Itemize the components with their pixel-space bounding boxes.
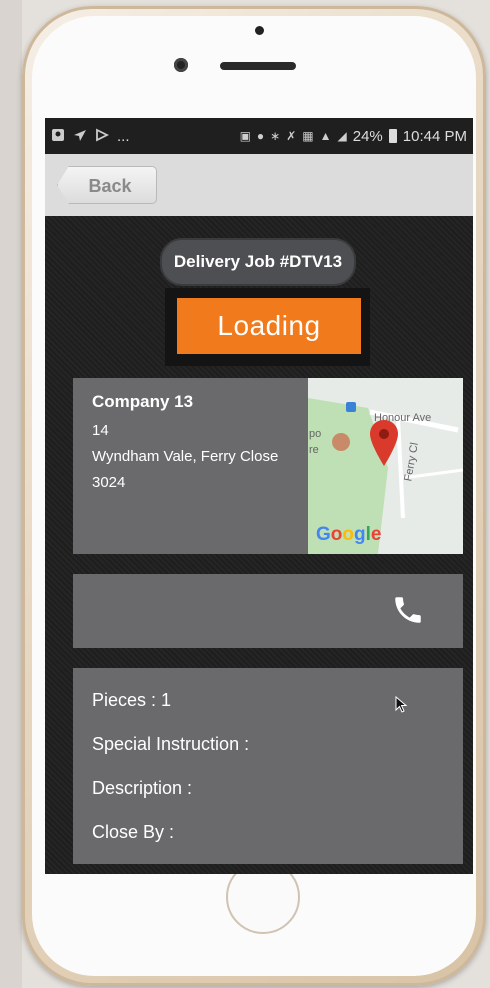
sensor-dot [255,26,264,35]
mouse-cursor-icon [395,696,408,713]
battery-percent: 24% [352,127,383,145]
earpiece-speaker [220,62,296,70]
details-card: Pieces : 1 Special Instruction : Descrip… [73,668,463,864]
map-partial-label-1: po [309,428,322,440]
address-card[interactable]: Company 13 14 Wyndham Vale, Ferry Close … [73,378,463,554]
volte-icon: ▦ [302,129,314,143]
status-right: ▣ ● ∗ ✗ ▦ ▲ ◢ 24% 10:44 PM [240,128,467,145]
mute-icon: ✗ [286,129,297,143]
status-container: Loading [165,288,370,366]
nfc-icon: ▣ [239,129,251,143]
wifi-icon: ▲ [319,129,332,143]
job-content: Delivery Job #DTV13 Loading Company 13 1… [45,216,473,874]
job-status-button[interactable]: Loading [177,298,361,354]
job-title: Delivery Job #DTV13 [160,238,356,286]
play-icon [95,128,110,145]
front-camera [174,58,188,72]
pieces-label: Pieces : 1 [92,690,172,710]
close-by-label: Close By : [92,822,175,842]
navigation-icon [73,128,87,145]
location-icon: ● [256,129,265,143]
app-screen: ... ▣ ● ∗ ✗ ▦ ▲ ◢ 24% 10:44 PM Back Deli… [45,118,473,874]
description-label: Description : [92,778,193,798]
map-partial-label-2: re [309,444,319,456]
address-line-1: 14 [92,422,109,439]
contact-card[interactable] [73,574,463,648]
location-pin-icon [51,128,65,145]
status-bar: ... ▣ ● ∗ ✗ ▦ ▲ ◢ 24% 10:44 PM [45,118,473,154]
address-line-3: 3024 [92,474,126,491]
action-bar: Back [45,154,473,216]
signal-icon: ◢ [337,129,347,143]
phone-icon[interactable] [391,592,425,628]
special-instruction-label: Special Instruction : [92,734,250,754]
map-thumbnail[interactable]: Honour Ave Ferry Cl po re Google [308,378,463,554]
map-pin-icon [370,420,398,466]
company-name: Company 13 [92,392,194,411]
background-strip [0,0,22,988]
battery-icon [388,129,397,143]
status-ellipsis: ... [117,127,130,145]
address-line-2: Wyndham Vale, Ferry Close [92,448,279,465]
bluetooth-icon: ∗ [270,129,281,143]
status-time: 10:44 PM [402,127,467,145]
back-button[interactable]: Back [57,166,157,204]
status-left: ... [51,128,130,145]
google-logo: Google [316,524,382,545]
